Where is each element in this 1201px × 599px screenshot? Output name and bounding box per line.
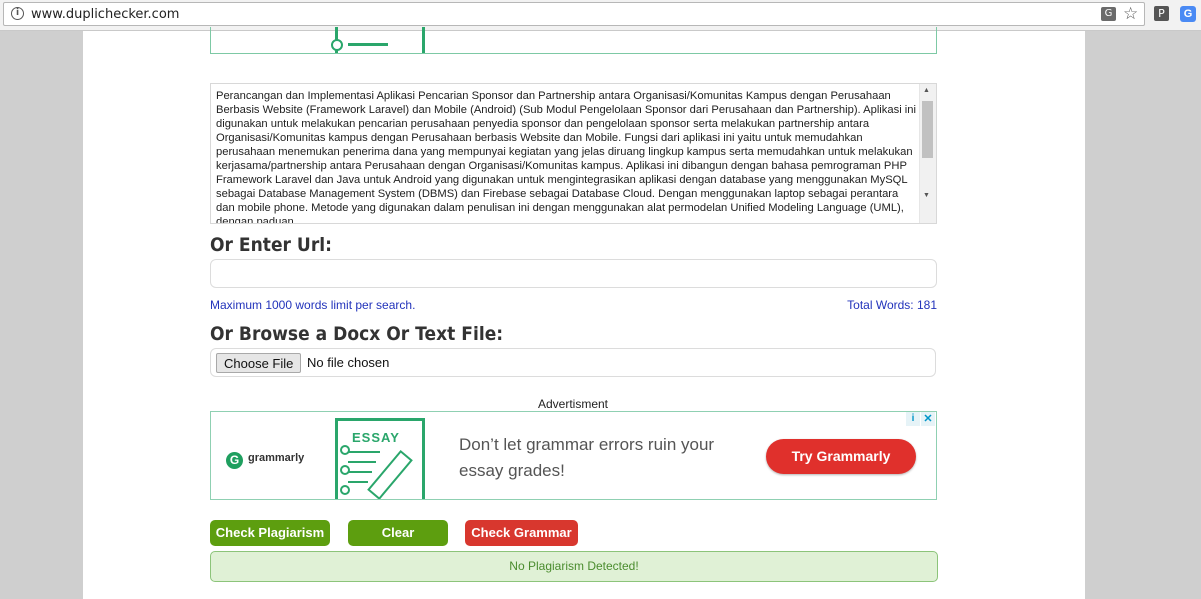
page-content: Perancangan dan Implementasi Aplikasi Pe… bbox=[83, 27, 1085, 599]
address-bar[interactable]: i www.duplichecker.com G ☆ bbox=[3, 2, 1145, 26]
try-grammarly-button[interactable]: Try Grammarly bbox=[766, 439, 916, 474]
check-plagiarism-button[interactable]: Check Plagiarism bbox=[210, 520, 330, 546]
info-icon[interactable]: i bbox=[11, 7, 24, 20]
file-heading: Or Browse a Docx Or Text File: bbox=[210, 323, 504, 345]
close-ad-icon[interactable]: ✕ bbox=[921, 412, 935, 426]
essay-illustration: ESSAY bbox=[335, 418, 425, 499]
word-limit-note: Maximum 1000 words limit per search. bbox=[210, 298, 416, 312]
ad-copy-text: Don’t let grammar errors ruin your essay… bbox=[459, 435, 715, 480]
check-grammar-button[interactable]: Check Grammar bbox=[465, 520, 578, 546]
notebook-ring bbox=[331, 39, 343, 51]
url-input[interactable] bbox=[210, 259, 937, 288]
scroll-up-arrow-icon[interactable]: ▲ bbox=[923, 87, 930, 94]
extension-icon[interactable]: P bbox=[1154, 6, 1169, 21]
file-upload-field[interactable]: Choose File No file chosen bbox=[210, 348, 936, 377]
google-extension-icon[interactable]: G bbox=[1180, 6, 1196, 22]
pen-icon bbox=[367, 449, 413, 499]
essay-ring bbox=[340, 485, 350, 495]
grammarly-logo-icon: G bbox=[226, 452, 243, 469]
essay-ring bbox=[340, 465, 350, 475]
essay-line bbox=[348, 471, 372, 473]
grammarly-brand-name: grammarly bbox=[248, 452, 305, 464]
choose-file-button[interactable]: Choose File bbox=[216, 353, 302, 373]
textarea-scrollbar[interactable]: ▲ ▼ bbox=[919, 84, 936, 223]
file-status-text: No file chosen bbox=[307, 355, 390, 370]
essay-line bbox=[348, 481, 368, 483]
essay-ring bbox=[340, 445, 350, 455]
translate-icon[interactable]: G bbox=[1101, 7, 1116, 21]
text-input-content[interactable]: Perancangan dan Implementasi Aplikasi Pe… bbox=[216, 89, 919, 223]
scroll-down-arrow-icon[interactable]: ▼ bbox=[923, 192, 930, 199]
url-text[interactable]: www.duplichecker.com bbox=[31, 7, 179, 22]
bookmark-star-icon[interactable]: ☆ bbox=[1123, 4, 1138, 24]
notebook-illustration bbox=[331, 27, 425, 53]
grammarly-ad-banner[interactable]: G grammarly ESSAY Don’t let grammar erro… bbox=[210, 411, 937, 500]
total-words-count: Total Words: 181 bbox=[847, 298, 937, 312]
essay-line bbox=[348, 461, 376, 463]
result-message: No Plagiarism Detected! bbox=[210, 551, 938, 582]
clear-button[interactable]: Clear bbox=[348, 520, 448, 546]
essay-line bbox=[348, 451, 380, 453]
text-input-area[interactable]: Perancangan dan Implementasi Aplikasi Pe… bbox=[210, 83, 937, 224]
notebook-line bbox=[348, 43, 388, 46]
scroll-thumb[interactable] bbox=[922, 101, 933, 158]
url-heading: Or Enter Url: bbox=[210, 234, 332, 256]
adchoices-icon[interactable]: i bbox=[906, 412, 920, 426]
top-ad-partial[interactable] bbox=[210, 27, 937, 54]
essay-title: ESSAY bbox=[352, 430, 400, 445]
ad-label: Advertisment bbox=[537, 397, 609, 411]
